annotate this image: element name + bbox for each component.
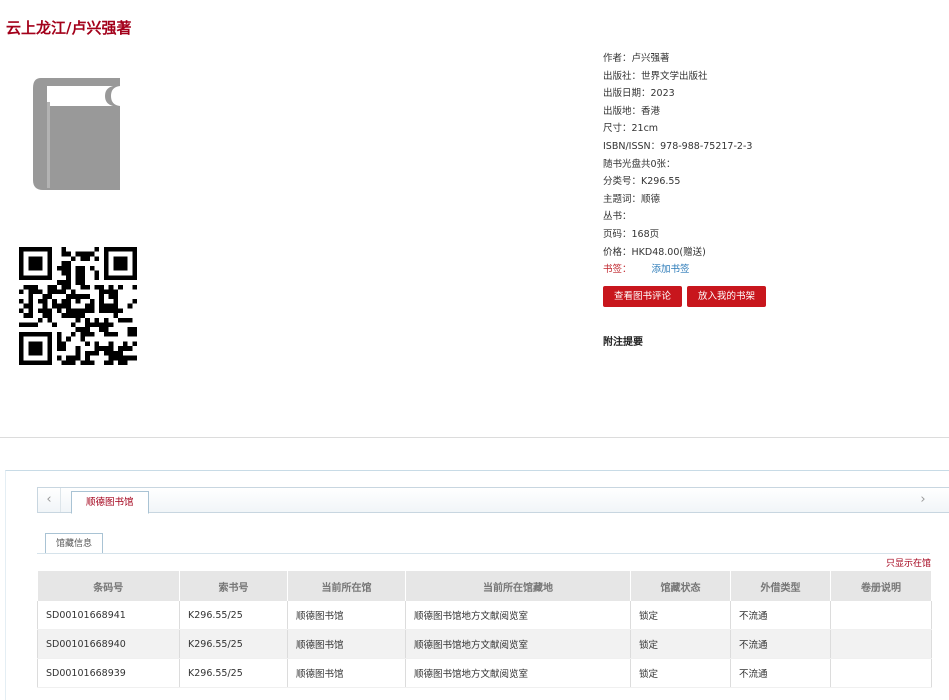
page-title: 云上龙江/卢兴强著	[6, 19, 132, 37]
meta-price: 价格：HKD48.00(赠送)	[603, 246, 706, 258]
only-show-available-link[interactable]: 只显示在馆	[886, 556, 931, 569]
cell-volume-note	[830, 658, 932, 688]
header-status: 馆藏状态	[630, 571, 731, 601]
bookmark-row: 书签： 添加书签	[603, 261, 943, 279]
cell-library: 顺德图书馆	[287, 629, 406, 659]
meta-series: 丛书：	[603, 211, 632, 223]
header-current-location: 当前所在馆藏地	[405, 571, 631, 601]
add-to-shelf-button[interactable]: 放入我的书架	[687, 285, 767, 307]
cell-status: 锁定	[630, 601, 731, 630]
tab-shunde-library[interactable]: 顺德图书馆	[71, 491, 149, 514]
meta-author: 作者：卢兴强著	[603, 53, 670, 64]
cell-volume-note	[830, 601, 932, 630]
bookmark-label: 书签：	[603, 264, 632, 276]
section-divider	[0, 437, 949, 438]
meta-pub-place: 出版地：香港	[603, 105, 661, 117]
table-row: SD00101668940 K296.55/25 顺德图书馆 顺德图书馆地方文献…	[37, 629, 932, 659]
meta-size: 尺寸：21cm	[603, 123, 659, 135]
add-bookmark-link[interactable]: 添加书签	[652, 264, 690, 275]
library-tab-bar: ‹ 顺德图书馆 ›	[37, 487, 949, 514]
header-volume-note: 卷册说明	[830, 571, 932, 601]
notes-heading: 附注提要	[603, 336, 643, 348]
cell-location: 顺德图书馆地方文献阅览室	[405, 658, 631, 688]
cell-barcode: SD00101668939	[37, 658, 180, 688]
header-current-library: 当前所在馆	[287, 571, 406, 601]
meta-cd: 随书光盘共0张：	[603, 158, 676, 170]
cell-loan-type: 不流通	[730, 601, 831, 630]
meta-pages: 页码：168页	[603, 228, 660, 240]
header-call-number: 索书号	[179, 571, 288, 601]
cell-barcode: SD00101668940	[37, 629, 180, 659]
cell-loan-type: 不流通	[730, 629, 831, 659]
table-header-row: 条码号 索书号 当前所在馆 当前所在馆藏地 馆藏状态 外借类型 卷册说明	[37, 571, 932, 601]
header-loan-type: 外借类型	[730, 571, 831, 601]
action-buttons: 查看图书评论 放入我的书架	[603, 284, 943, 307]
meta-classification: 分类号：K296.55	[603, 176, 681, 188]
cell-barcode: SD00101668941	[37, 601, 180, 630]
table-row: SD00101668939 K296.55/25 顺德图书馆 顺德图书馆地方文献…	[37, 658, 932, 688]
cell-status: 锁定	[630, 629, 731, 659]
cell-library: 顺德图书馆	[287, 601, 406, 630]
header-barcode: 条码号	[37, 571, 180, 601]
cell-status: 锁定	[630, 658, 731, 688]
tab-holdings-info[interactable]: 馆藏信息	[45, 533, 104, 554]
cell-call-number: K296.55/25	[179, 601, 288, 630]
table-row: SD00101668941 K296.55/25 顺德图书馆 顺德图书馆地方文献…	[37, 601, 932, 630]
meta-pub-date: 出版日期：2023	[603, 88, 675, 100]
book-metadata: 作者：卢兴强著 出版社：世界文学出版社 出版日期：2023 出版地：香港 尺寸：…	[603, 50, 943, 348]
subtab-underline	[37, 553, 930, 554]
book-icon	[33, 78, 120, 190]
cell-location: 顺德图书馆地方文献阅览室	[405, 629, 631, 659]
meta-publisher: 出版社：世界文学出版社	[603, 70, 708, 82]
cell-volume-note	[830, 629, 932, 659]
cell-call-number: K296.55/25	[179, 629, 288, 659]
chevron-right-icon[interactable]: ›	[912, 488, 934, 512]
meta-isbn: ISBN/ISSN：978-988-75217-2-3	[603, 140, 753, 152]
chevron-left-icon[interactable]: ‹	[38, 488, 61, 512]
cell-location: 顺德图书馆地方文献阅览室	[405, 601, 631, 630]
view-reviews-button[interactable]: 查看图书评论	[603, 285, 683, 307]
cell-library: 顺德图书馆	[287, 658, 406, 688]
cell-loan-type: 不流通	[730, 658, 831, 688]
cell-call-number: K296.55/25	[179, 658, 288, 688]
holdings-table: 条码号 索书号 当前所在馆 当前所在馆藏地 馆藏状态 外借类型 卷册说明 SD0…	[37, 571, 932, 688]
meta-subject: 主题词：顺德	[603, 193, 661, 205]
qr-code-icon	[19, 247, 137, 365]
